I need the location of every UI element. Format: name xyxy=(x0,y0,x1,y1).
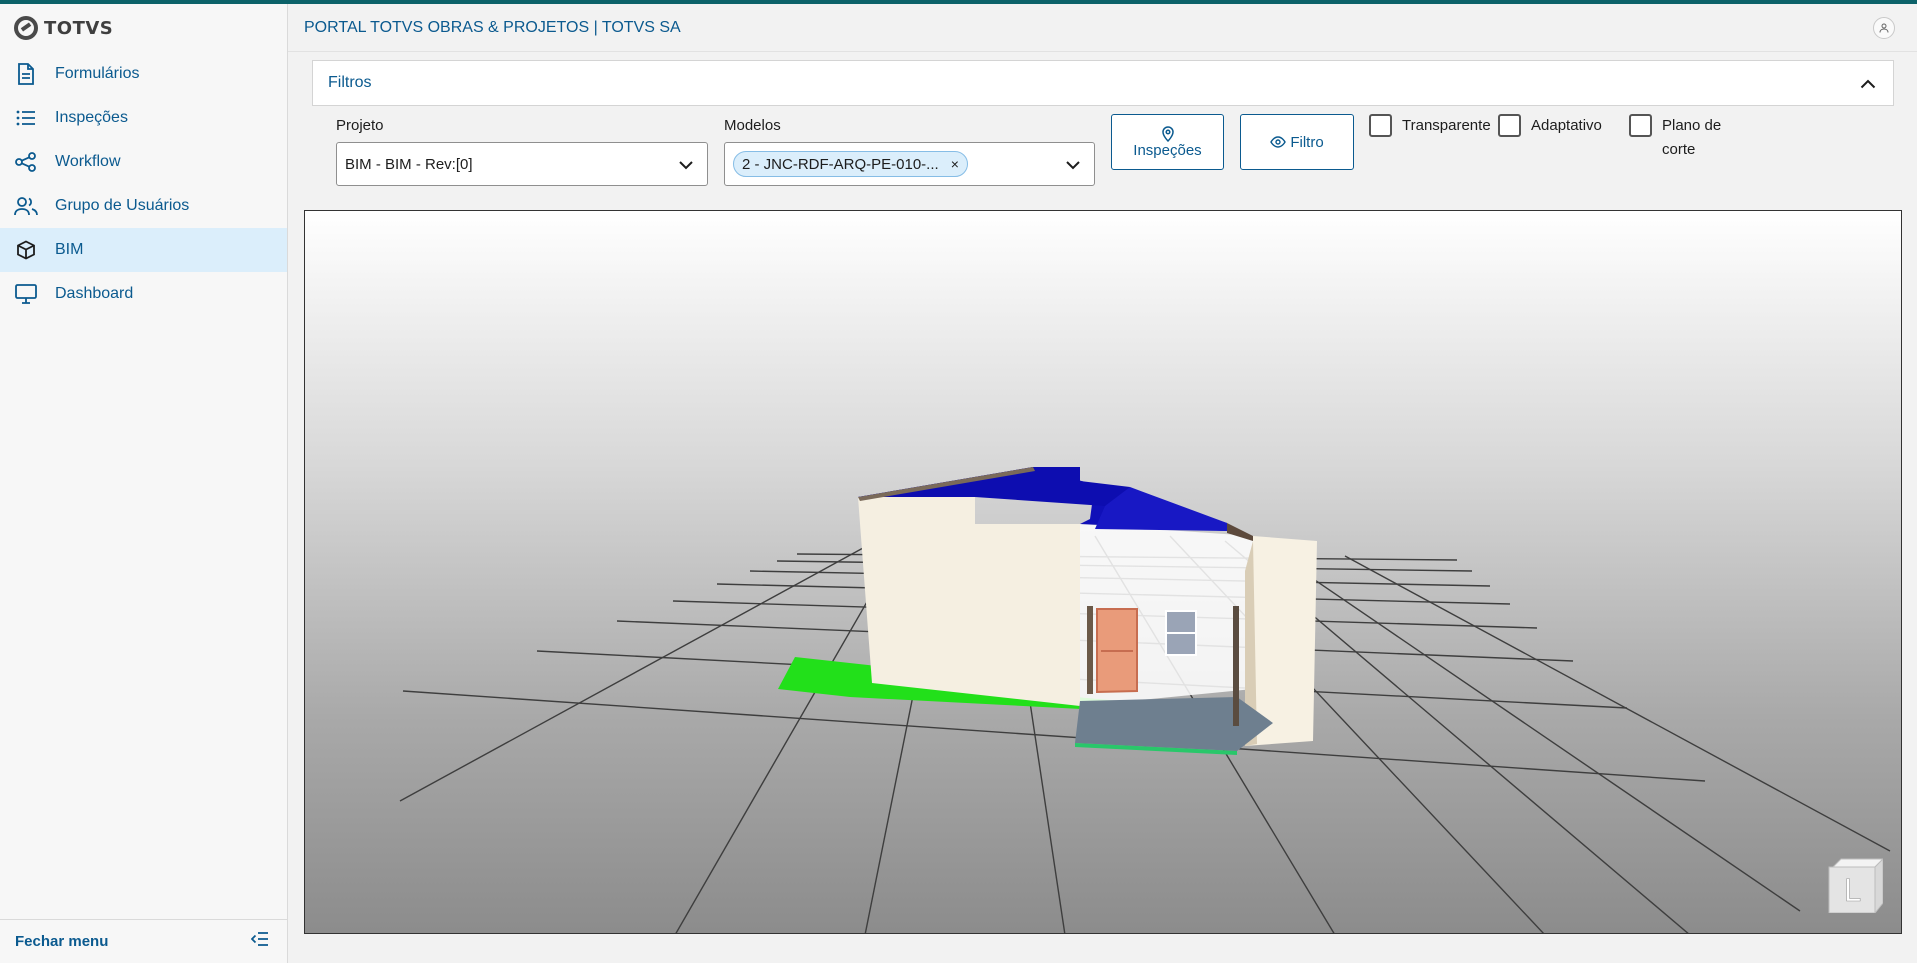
chip-remove-icon[interactable]: × xyxy=(951,156,959,172)
sidebar-item-inspecoes[interactable]: Inspeções xyxy=(0,96,287,140)
inspecoes-button[interactable]: Inspeções xyxy=(1111,114,1224,170)
plano-de-corte-label: Plano de corte xyxy=(1662,114,1721,162)
plano-de-corte-label-line1: Plano de xyxy=(1662,117,1722,134)
chevron-down-icon xyxy=(679,161,693,170)
filters-title: Filtros xyxy=(328,74,372,91)
sidebar-item-workflow[interactable]: Workflow xyxy=(0,140,287,184)
nav-cube-icon: L xyxy=(1828,858,1883,913)
filters-accordion-header[interactable]: Filtros xyxy=(312,60,1894,106)
modelos-label: Modelos xyxy=(724,117,781,134)
inspecoes-button-label: Inspeções xyxy=(1133,141,1202,159)
page-title: PORTAL TOTVS OBRAS & PROJETOS | TOTVS SA xyxy=(304,18,681,36)
transparente-label: Transparente xyxy=(1402,117,1491,134)
sidebar-nav: Formulários Inspeções Workflow Grupo de … xyxy=(0,52,287,316)
checkbox-box[interactable] xyxy=(1369,114,1392,137)
modelos-multiselect[interactable]: 2 - JNC-RDF-ARQ-PE-010-... × xyxy=(724,142,1095,186)
totvs-logo-icon xyxy=(14,16,38,40)
filtro-button[interactable]: Filtro xyxy=(1240,114,1354,170)
checkbox-box[interactable] xyxy=(1629,114,1652,137)
user-avatar-icon[interactable] xyxy=(1873,17,1895,39)
sidebar-item-label: Dashboard xyxy=(55,285,134,302)
document-icon xyxy=(14,62,38,86)
sidebar-item-formularios[interactable]: Formulários xyxy=(0,52,287,96)
eye-icon xyxy=(1270,136,1287,148)
sidebar-item-dashboard[interactable]: Dashboard xyxy=(0,272,287,316)
projeto-select[interactable]: BIM - BIM - Rev:[0] xyxy=(336,142,708,186)
door-frame xyxy=(1087,606,1093,694)
bim-model-canvas[interactable] xyxy=(305,211,1902,934)
sidebar-item-label: BIM xyxy=(55,241,84,258)
corner-column xyxy=(1233,606,1239,726)
chevron-down-icon xyxy=(1066,161,1080,170)
front-wall-left xyxy=(858,497,1080,706)
transparente-checkbox[interactable]: Transparente xyxy=(1369,114,1491,138)
brand-name: TOTVS xyxy=(44,17,114,39)
plano-de-corte-checkbox[interactable]: Plano de corte xyxy=(1629,114,1721,162)
chevron-up-icon[interactable] xyxy=(1857,73,1879,95)
sidebar-item-label: Inspeções xyxy=(55,109,128,126)
top-header: PORTAL TOTVS OBRAS & PROJETOS | TOTVS SA xyxy=(288,4,1917,52)
sidebar-item-label: Workflow xyxy=(55,153,121,170)
share-icon xyxy=(14,150,38,174)
sidebar-item-label: Grupo de Usuários xyxy=(55,197,190,214)
checkbox-box[interactable] xyxy=(1498,114,1521,137)
modelo-chip-label: 2 - JNC-RDF-ARQ-PE-010-... xyxy=(742,155,939,173)
projeto-label: Projeto xyxy=(336,117,384,134)
nav-cube-face-label: L xyxy=(1844,874,1861,909)
view-navigation-cube[interactable]: L xyxy=(1827,857,1883,913)
adaptativo-checkbox[interactable]: Adaptativo xyxy=(1498,114,1602,138)
collapse-menu-icon xyxy=(250,932,269,951)
modelo-chip: 2 - JNC-RDF-ARQ-PE-010-... × xyxy=(733,151,968,177)
map-pin-icon xyxy=(1161,125,1174,142)
filtro-button-label: Filtro xyxy=(1290,133,1324,151)
monitor-icon xyxy=(14,282,38,306)
sidebar-item-grupo-de-usuarios[interactable]: Grupo de Usuários xyxy=(0,184,287,228)
projeto-selected-value: BIM - BIM - Rev:[0] xyxy=(345,155,473,173)
close-menu-label: Fechar menu xyxy=(15,933,109,950)
adaptativo-label: Adaptativo xyxy=(1531,117,1602,134)
plano-de-corte-label-line2: corte xyxy=(1662,141,1696,158)
users-icon xyxy=(14,194,38,218)
cube-icon xyxy=(14,238,38,262)
sidebar-item-bim[interactable]: BIM xyxy=(0,228,287,272)
list-icon xyxy=(14,106,38,130)
sidebar-item-label: Formulários xyxy=(55,65,140,82)
porch-floor xyxy=(1075,697,1273,751)
close-menu-button[interactable]: Fechar menu xyxy=(0,919,287,963)
sidebar: TOTVS Formulários Inspeções Workflow Gru… xyxy=(0,4,288,963)
brand-logo[interactable]: TOTVS xyxy=(14,14,113,42)
bim-3d-viewer[interactable]: L xyxy=(304,210,1902,934)
